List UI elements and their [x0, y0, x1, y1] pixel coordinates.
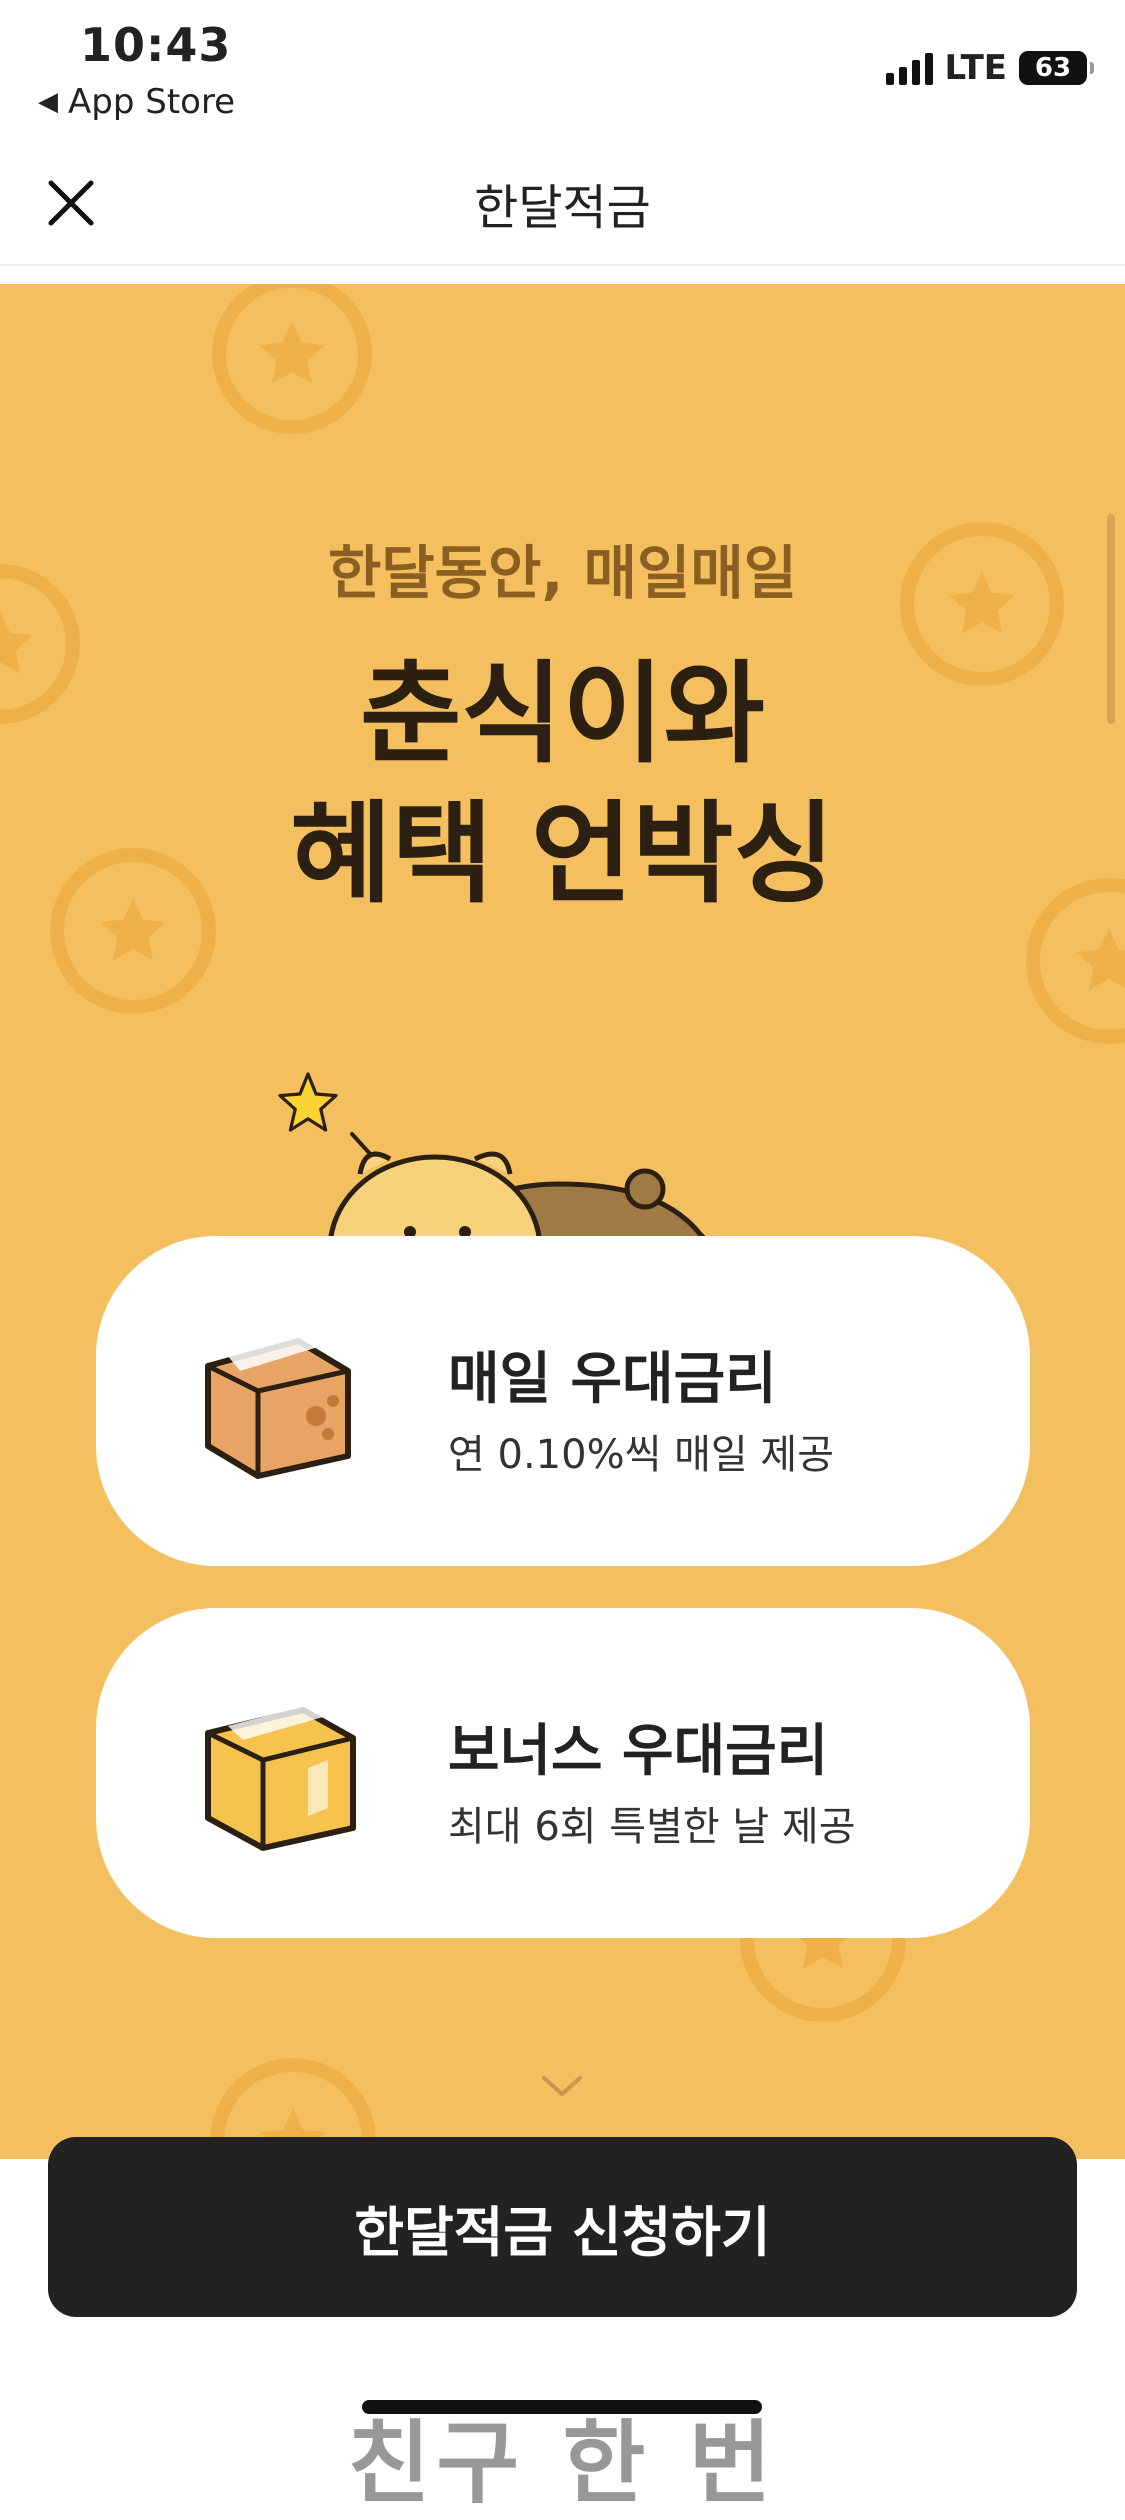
benefit-card: 보너스 우대금리 최대 6회 특별한 날 제공 [96, 1608, 1030, 1938]
benefit-description: 연 0.10%씩 매일 제공 [448, 1432, 835, 1478]
star-coin-icon [212, 284, 372, 434]
page-title: 한달적금 [474, 180, 651, 236]
signal-icon [885, 51, 933, 85]
hero-eyebrow: 한달동안, 매일매일 [327, 539, 798, 607]
back-app-label: App Store [68, 82, 236, 122]
network-label: LTE [944, 48, 1007, 88]
status-time: 10:43 [80, 18, 232, 72]
apply-button[interactable]: 한달적금 신청하기 [48, 2137, 1077, 2317]
gold-box-icon [205, 1702, 356, 1851]
nav-bar: 한달적금 [0, 140, 1125, 266]
brown-box-icon [205, 1331, 351, 1479]
battery-level: 63 [1034, 53, 1072, 83]
hero-banner: 한달동안, 매일매일 춘식이와 혜택 언박싱 매일 우대금리 연 0.10%씩 … [0, 284, 1125, 2159]
status-bar: 10:43 ◀ App Store LTE 63 [0, 0, 1125, 140]
benefit-card: 매일 우대금리 연 0.10%씩 매일 제공 [96, 1236, 1030, 1566]
back-to-app-link[interactable]: ◀ App Store [38, 82, 235, 122]
benefit-description: 최대 6회 특별한 날 제공 [448, 1804, 856, 1850]
sparkle-star-icon [278, 1072, 374, 1158]
status-indicators: LTE 63 [885, 48, 1094, 88]
benefit-title: 매일 우대금리 [448, 1347, 777, 1412]
apply-button-label: 한달적금 신청하기 [354, 2200, 771, 2264]
headline-line-2: 혜택 언박싱 [290, 790, 835, 918]
headline-line-1: 춘식이와 [360, 650, 765, 778]
benefit-title: 보너스 우대금리 [448, 1719, 829, 1784]
home-indicator[interactable] [362, 2400, 762, 2414]
chevron-down-icon [542, 2076, 582, 2096]
battery-icon: 63 [1019, 51, 1094, 85]
hero-headline: 춘식이와 혜택 언박싱 [0, 644, 1125, 924]
back-triangle-icon: ◀ [38, 87, 58, 117]
